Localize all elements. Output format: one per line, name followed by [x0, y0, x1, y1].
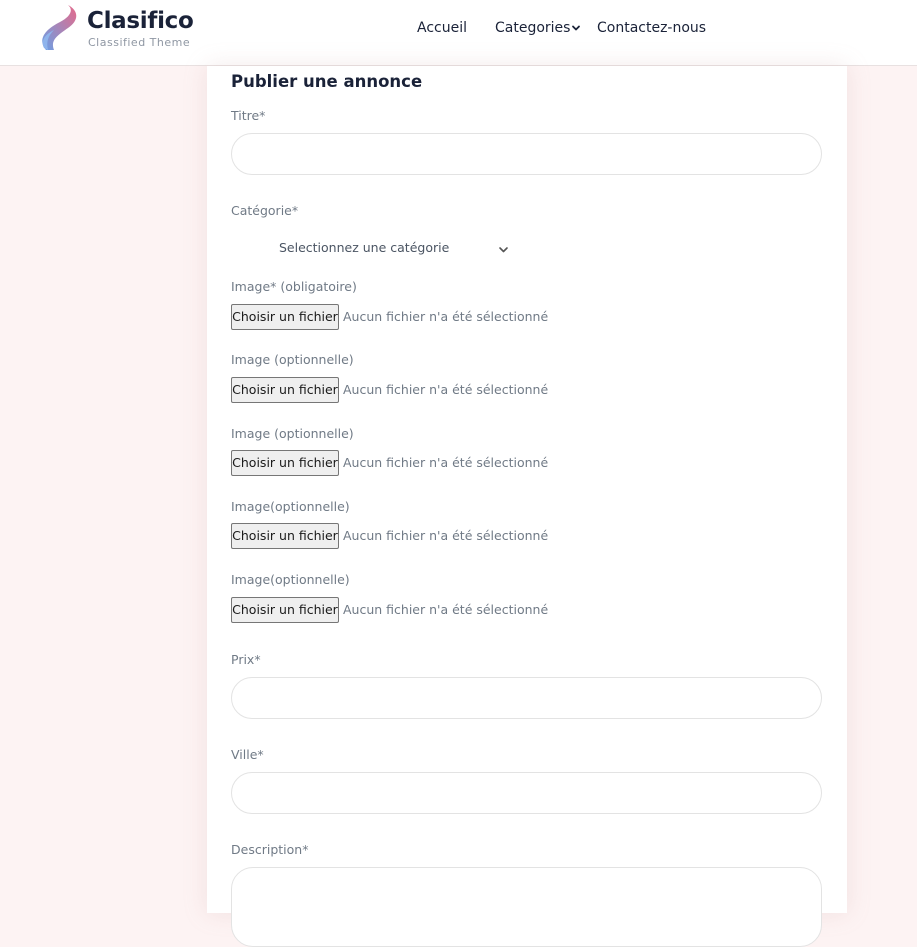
nav-categories-menu[interactable]: Categories	[495, 20, 581, 36]
image-3-choose-button[interactable]: Choisir un fichier	[231, 450, 339, 476]
form-title: Publier une annonce	[231, 72, 423, 91]
image-2-status: Aucun fichier n'a été sélectionné	[343, 382, 549, 397]
ville-label: Ville*	[231, 747, 264, 762]
logo-icon[interactable]	[38, 4, 80, 54]
description-textarea[interactable]	[231, 867, 822, 947]
image-2-label: Image (optionnelle)	[231, 352, 354, 367]
site-header: Clasifico Classified Theme Accueil Categ…	[0, 0, 917, 66]
prix-label: Prix*	[231, 652, 261, 667]
prix-input[interactable]	[231, 677, 822, 719]
image-1-status: Aucun fichier n'a été sélectionné	[343, 309, 549, 324]
image-5-choose-button[interactable]: Choisir un fichier	[231, 597, 339, 623]
image-1-choose-button[interactable]: Choisir un fichier	[231, 304, 339, 330]
titre-label: Titre*	[231, 108, 266, 123]
ville-input[interactable]	[231, 772, 822, 814]
publish-form-card: Publier une annonce Titre* Catégorie* Se…	[207, 66, 847, 947]
image-4-status: Aucun fichier n'a été sélectionné	[343, 528, 549, 543]
image-5-status: Aucun fichier n'a été sélectionné	[343, 602, 549, 617]
image-3-status: Aucun fichier n'a été sélectionné	[343, 455, 549, 470]
image-5-label: Image(optionnelle)	[231, 572, 350, 587]
nav-contact-link[interactable]: Contactez-nous	[597, 20, 706, 36]
titre-input[interactable]	[231, 133, 822, 175]
image-4-label: Image(optionnelle)	[231, 499, 350, 514]
image-2-choose-button[interactable]: Choisir un fichier	[231, 377, 339, 403]
nav-home-link[interactable]: Accueil	[417, 20, 467, 36]
chevron-down-icon	[572, 25, 581, 31]
image-4-choose-button[interactable]: Choisir un fichier	[231, 523, 339, 549]
chevron-down-icon	[499, 247, 508, 253]
description-label: Description*	[231, 842, 309, 857]
categorie-label: Catégorie*	[231, 203, 299, 218]
nav-categories-label: Categories	[495, 20, 571, 36]
image-3-label: Image (optionnelle)	[231, 426, 354, 441]
categorie-selected-value: Selectionnez une catégorie	[279, 240, 450, 255]
categorie-select[interactable]: Selectionnez une catégorie	[279, 240, 513, 260]
logo-name[interactable]: Clasifico	[87, 8, 194, 34]
logo-tagline: Classified Theme	[88, 36, 191, 49]
image-1-label: Image* (obligatoire)	[231, 279, 357, 294]
